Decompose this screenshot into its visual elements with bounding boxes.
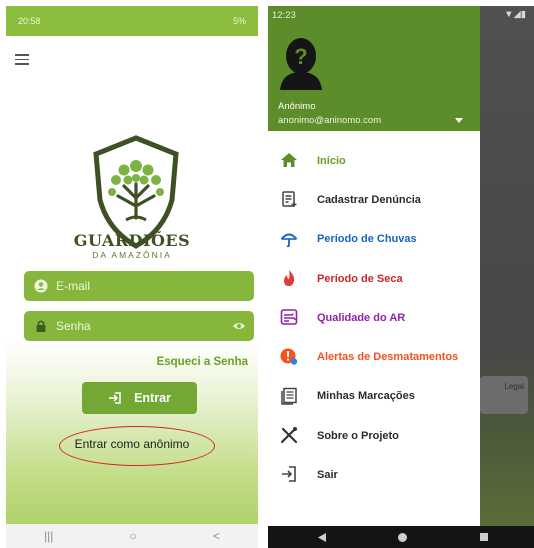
home-icon bbox=[281, 153, 297, 167]
menu-label: Sair bbox=[317, 469, 338, 482]
home-nav-icon[interactable]: ○ bbox=[130, 529, 137, 543]
menu-item-minhas-marcacoes[interactable]: Minhas Marcações bbox=[268, 377, 480, 416]
user-email: anonimo@aninomo.com bbox=[278, 115, 382, 126]
system-nav-bar: ||| ○ < bbox=[6, 524, 258, 548]
home-nav-icon[interactable] bbox=[398, 533, 407, 542]
account-circle-icon bbox=[34, 279, 48, 293]
system-nav-bar-right bbox=[268, 526, 534, 548]
signal-icon: ▼◢▮ bbox=[504, 9, 526, 20]
brand-subtitle: DA AMAZÔNIA bbox=[92, 250, 172, 260]
list-icon bbox=[281, 387, 297, 405]
status-battery: 5% bbox=[232, 16, 246, 26]
login-screen: 20:58 5% GUARDIÕES DA AMAZÔNIA E-mail Se… bbox=[6, 6, 258, 548]
account-dropdown-icon[interactable] bbox=[455, 118, 463, 123]
menu-item-sair[interactable]: Sair bbox=[268, 455, 480, 494]
fire-icon bbox=[284, 269, 295, 286]
navigation-drawer: 12:23 ? Anônimo anonimo@aninomo.com Iníc… bbox=[268, 6, 480, 526]
forgot-password-link[interactable]: Esqueci a Senha bbox=[157, 356, 248, 368]
brand-title: GUARDIÕES bbox=[73, 231, 191, 250]
enter-button-label: Entrar bbox=[134, 391, 171, 405]
menu-item-cadastrar-denuncia[interactable]: Cadastrar Denúncia bbox=[268, 180, 480, 219]
recents-nav-icon[interactable]: ||| bbox=[44, 529, 53, 543]
anonymous-avatar-icon: ? bbox=[280, 38, 322, 90]
menu-item-sobre-projeto[interactable]: Sobre o Projeto bbox=[268, 416, 480, 455]
enter-button[interactable]: Entrar bbox=[82, 382, 197, 414]
svg-text:?: ? bbox=[294, 44, 307, 69]
menu-label: Minhas Marcações bbox=[317, 390, 415, 403]
logout-icon bbox=[282, 466, 296, 483]
menu-label: Cadastrar Denúncia bbox=[317, 193, 421, 206]
drawer-menu: Início Cadastrar Denúncia Período de Chu… bbox=[268, 141, 480, 495]
menu-item-alertas-desmatamentos[interactable]: Alertas de Desmatamentos bbox=[268, 337, 480, 376]
drawer-screen: ▼◢▮ Legal 12:23 ? Anônimo anonimo@aninom… bbox=[268, 6, 534, 548]
password-field[interactable]: Senha bbox=[24, 311, 254, 341]
eye-icon[interactable] bbox=[232, 319, 246, 333]
menu-item-qualidade-ar[interactable]: Qualidade do AR bbox=[268, 298, 480, 337]
anonymous-login-link[interactable]: Entrar como anônimo bbox=[6, 437, 258, 451]
alert-icon bbox=[280, 348, 298, 366]
background-card: Legal bbox=[480, 376, 528, 414]
recents-nav-icon[interactable] bbox=[480, 533, 488, 541]
back-nav-icon[interactable] bbox=[318, 533, 326, 542]
menu-item-periodo-seca[interactable]: Período de Seca bbox=[268, 259, 480, 298]
email-field[interactable]: E-mail bbox=[24, 271, 254, 301]
email-placeholder: E-mail bbox=[56, 279, 91, 293]
back-nav-icon[interactable]: < bbox=[213, 529, 220, 543]
login-icon bbox=[109, 392, 121, 404]
menu-label: Período de Seca bbox=[317, 272, 403, 285]
status-bar: 20:58 5% bbox=[6, 6, 258, 36]
tools-icon bbox=[280, 427, 298, 444]
menu-label: Alertas de Desmatamentos bbox=[317, 351, 459, 364]
status-time: 20:58 bbox=[18, 16, 41, 26]
menu-label: Início bbox=[317, 154, 346, 167]
drawer-header: 12:23 ? Anônimo anonimo@aninomo.com bbox=[268, 6, 480, 131]
menu-label: Período de Chuvas bbox=[317, 233, 417, 246]
menu-label: Sobre o Projeto bbox=[317, 429, 399, 442]
note-add-icon bbox=[282, 191, 297, 208]
user-name: Anônimo bbox=[278, 101, 316, 112]
umbrella-icon bbox=[280, 233, 298, 247]
lock-icon bbox=[36, 320, 46, 332]
air-quality-icon bbox=[280, 309, 298, 325]
background-card-label: Legal bbox=[504, 382, 524, 391]
menu-item-inicio[interactable]: Início bbox=[268, 141, 480, 180]
hamburger-menu-icon[interactable] bbox=[15, 54, 29, 68]
menu-item-periodo-chuvas[interactable]: Período de Chuvas bbox=[268, 220, 480, 259]
menu-label: Qualidade do AR bbox=[317, 311, 406, 324]
password-placeholder: Senha bbox=[56, 319, 91, 333]
drawer-status-time: 12:23 bbox=[272, 10, 296, 21]
